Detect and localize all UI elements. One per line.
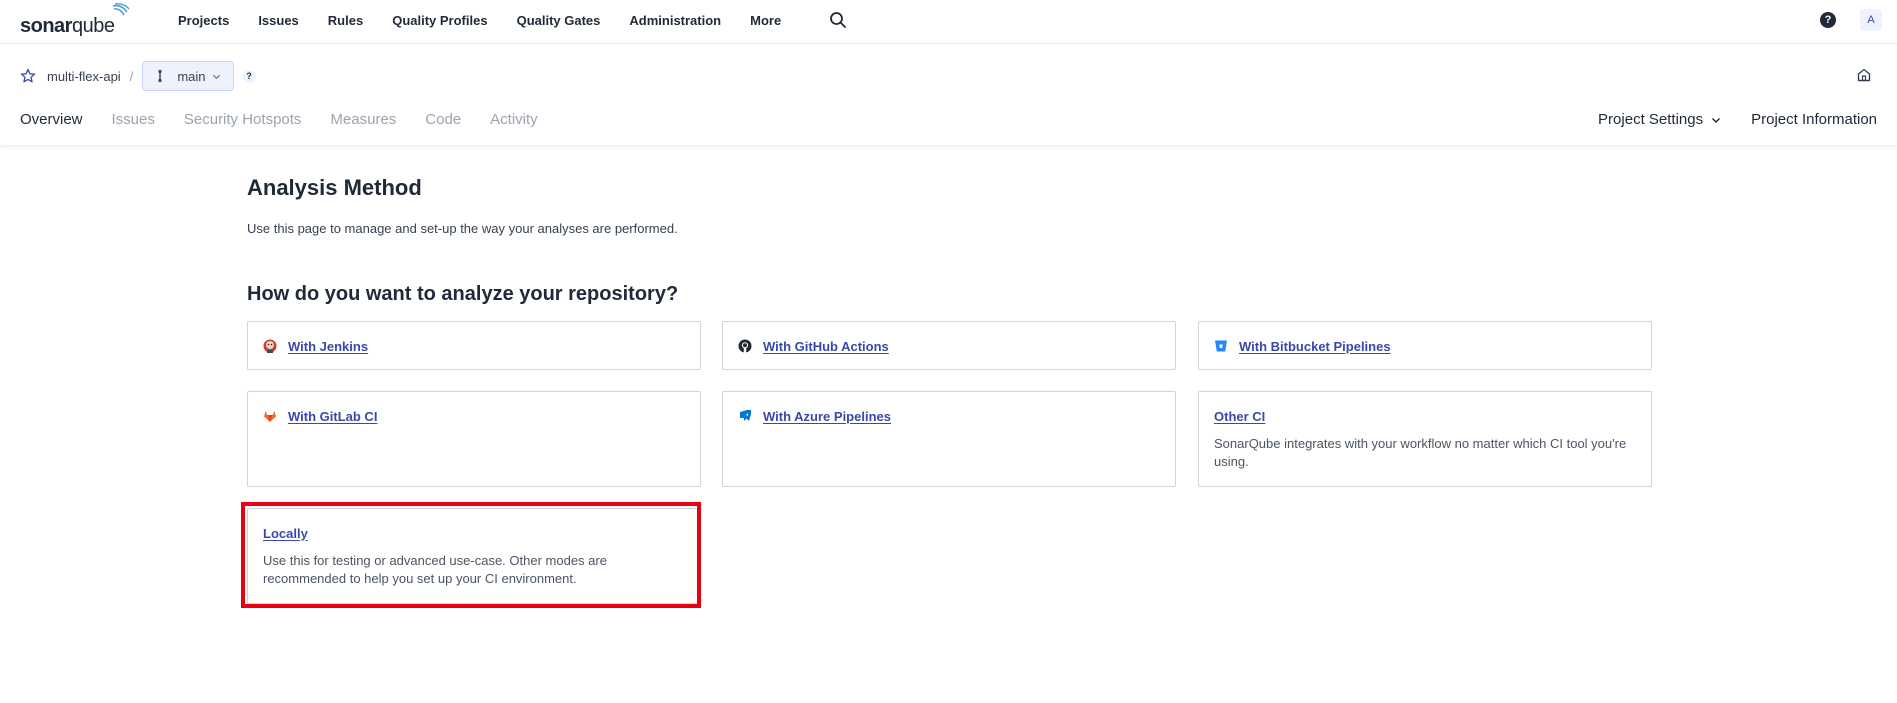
nav-quality-profiles[interactable]: Quality Profiles [392, 13, 487, 28]
search-icon[interactable] [829, 11, 847, 29]
chevron-down-icon [1712, 117, 1721, 123]
project-settings-label: Project Settings [1598, 111, 1704, 128]
branch-icon [158, 69, 162, 83]
other-ci-link[interactable]: Other CI [1214, 409, 1265, 424]
card-bitbucket-pipelines[interactable]: With Bitbucket Pipelines [1198, 321, 1652, 370]
branch-name: main [177, 68, 206, 84]
tab-security-hotspots[interactable]: Security Hotspots [184, 111, 302, 128]
project-tabs: Overview Issues Security Hotspots Measur… [20, 111, 567, 128]
tab-activity[interactable]: Activity [490, 111, 538, 128]
bitbucket-pipelines-link[interactable]: With Bitbucket Pipelines [1239, 339, 1391, 354]
top-navigation-bar: sonarqube Projects Issues Rules Quality … [0, 0, 1897, 44]
card-locally[interactable]: Locally Use this for testing or advanced… [247, 508, 701, 604]
logo-wordmark: sonarqube [20, 15, 115, 37]
locally-link[interactable]: Locally [263, 526, 308, 541]
tab-issues[interactable]: Issues [112, 111, 155, 128]
branch-selector[interactable]: main [142, 61, 234, 91]
card-other-ci[interactable]: Other CI SonarQube integrates with your … [1198, 391, 1652, 487]
logo-text-qube: qube [71, 15, 115, 37]
tab-overview[interactable]: Overview [20, 111, 83, 128]
nav-rules[interactable]: Rules [328, 13, 363, 28]
gitlab-icon [264, 411, 276, 422]
tab-code[interactable]: Code [425, 111, 461, 128]
page-description: Use this page to manage and set-up the w… [247, 221, 678, 236]
github-actions-link[interactable]: With GitHub Actions [763, 339, 889, 354]
sonar-waves-icon [113, 3, 131, 16]
favorite-star-icon[interactable] [20, 68, 36, 84]
jenkins-link[interactable]: With Jenkins [288, 339, 368, 354]
card-jenkins[interactable]: With Jenkins [247, 321, 701, 370]
user-avatar[interactable]: A [1860, 9, 1882, 31]
github-icon [738, 339, 752, 353]
card-azure-pipelines[interactable]: With Azure Pipelines [722, 391, 1176, 487]
help-button[interactable]: ? [1820, 12, 1836, 28]
jenkins-icon [263, 339, 277, 353]
nav-more[interactable]: More [750, 13, 781, 28]
locally-description: Use this for testing or advanced use-cas… [263, 553, 607, 586]
bitbucket-icon [1215, 340, 1227, 352]
chevron-down-icon [212, 74, 220, 79]
project-header: multi-flex-api / main ? Overview Issues … [0, 45, 1897, 145]
tab-measures[interactable]: Measures [330, 111, 396, 128]
home-icon[interactable] [1856, 67, 1872, 83]
sonarqube-logo[interactable]: sonarqube [20, 3, 131, 37]
nav-projects[interactable]: Projects [178, 13, 229, 28]
main-menu: Projects Issues Rules Quality Profiles Q… [178, 0, 810, 40]
project-information-tab[interactable]: Project Information [1751, 111, 1877, 128]
project-right-tabs: Project Settings Project Information [1598, 111, 1877, 128]
logo-text-sonar: sonar [20, 15, 72, 37]
breadcrumb: multi-flex-api / main ? [20, 61, 256, 91]
gitlab-ci-link[interactable]: With GitLab CI [288, 409, 377, 424]
other-ci-description: SonarQube integrates with your workflow … [1214, 436, 1627, 469]
card-github-actions[interactable]: With GitHub Actions [722, 321, 1176, 370]
project-settings-menu[interactable]: Project Settings [1598, 111, 1721, 128]
section-title: How do you want to analyze your reposito… [247, 283, 679, 305]
page-title: Analysis Method [247, 175, 422, 200]
nav-quality-gates[interactable]: Quality Gates [517, 13, 601, 28]
breadcrumb-separator: / [129, 68, 134, 84]
branch-help-icon[interactable]: ? [242, 69, 256, 83]
project-name-link[interactable]: multi-flex-api [47, 69, 121, 84]
nav-issues[interactable]: Issues [258, 13, 298, 28]
nav-administration[interactable]: Administration [629, 13, 721, 28]
card-gitlab-ci[interactable]: With GitLab CI [247, 391, 701, 487]
azure-icon [740, 410, 751, 421]
azure-pipelines-link[interactable]: With Azure Pipelines [763, 409, 891, 424]
